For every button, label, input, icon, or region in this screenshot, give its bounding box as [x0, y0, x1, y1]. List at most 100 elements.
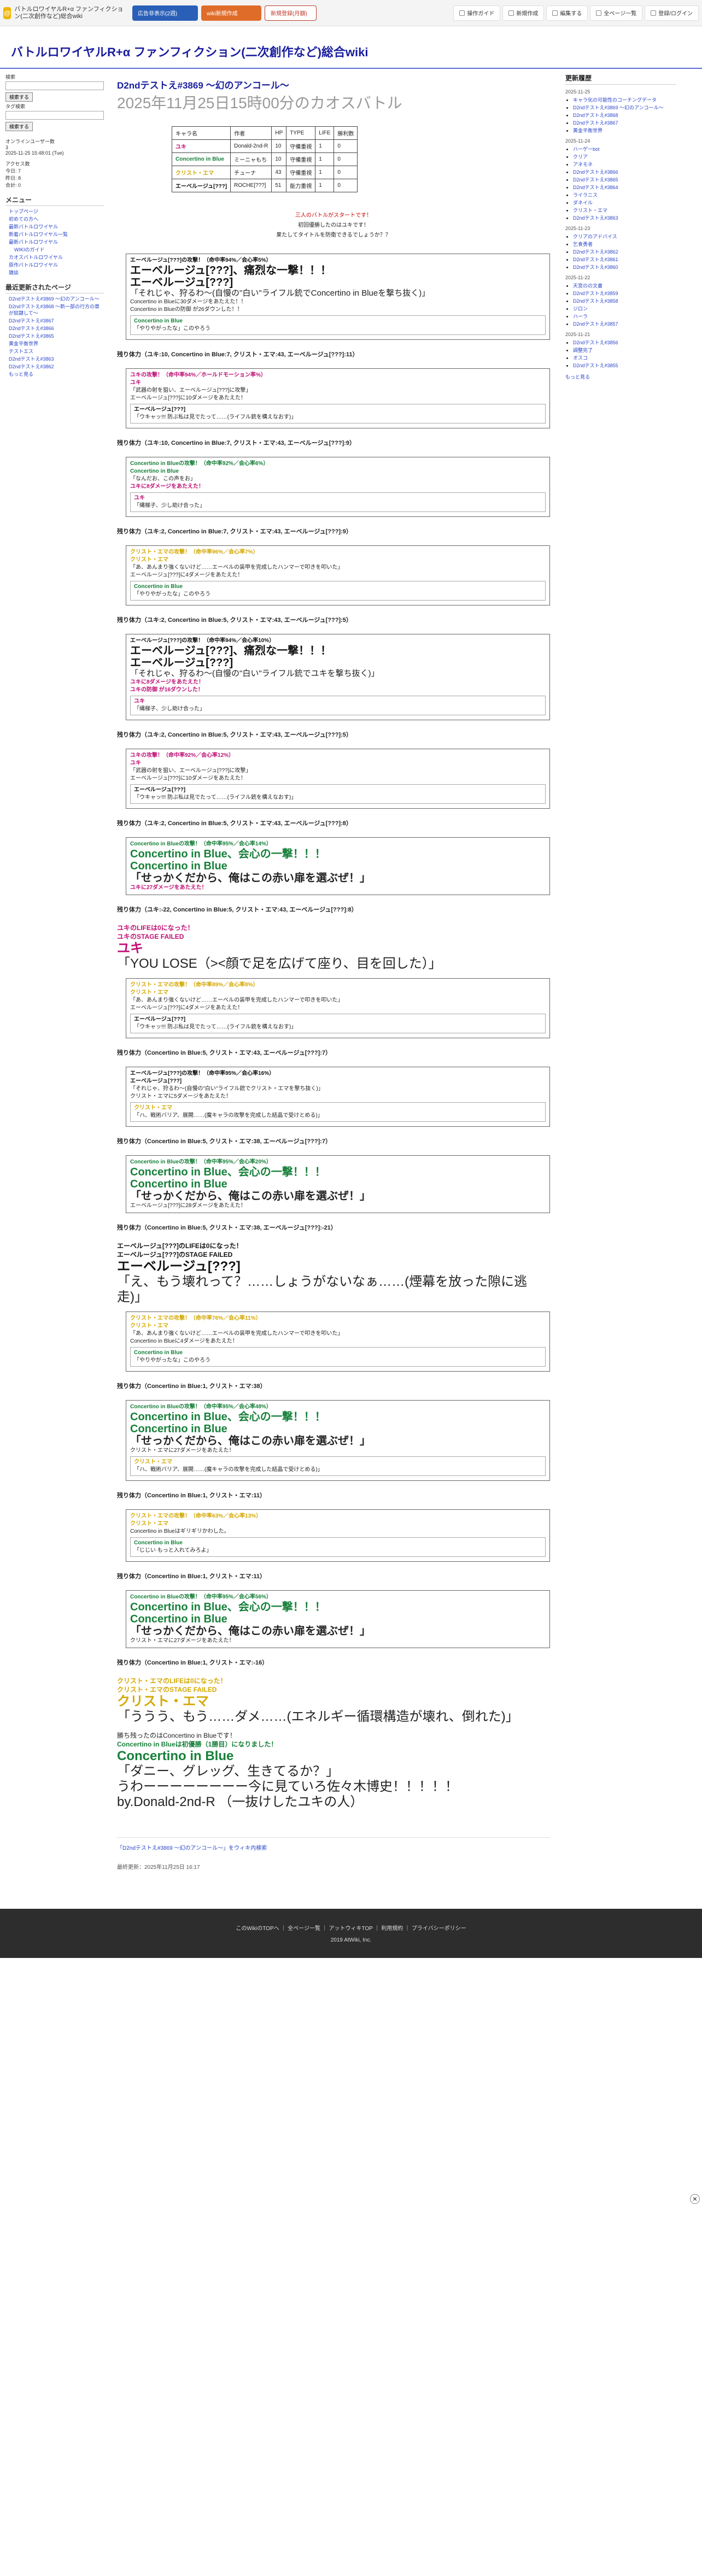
tag-search-button[interactable]: 検索する	[5, 122, 33, 131]
nav-login[interactable]: 登録/ログイン	[645, 5, 699, 21]
intro-line-2: 初回優勝したのはユキです！	[298, 222, 369, 228]
menu-item[interactable]: 雑談	[9, 269, 104, 276]
nav-new[interactable]: 新規作成	[502, 5, 545, 21]
battle-line: ユキに27ダメージをあたえた！	[130, 885, 207, 891]
history-item[interactable]: ダネイル	[573, 199, 676, 206]
recent-item[interactable]: D2ndテストえ#3869 〜幻のアンコール〜	[9, 296, 104, 302]
hide-ads-button[interactable]: 広告非表示(2週)	[132, 5, 198, 21]
history-item[interactable]: D2ndテストえ#3856	[573, 339, 676, 346]
register-button[interactable]: 新規登録(月額)	[265, 5, 317, 21]
nav-edit[interactable]: 編集する	[546, 5, 588, 21]
battle-line: クリスト・エマに27ダメージをあたえた！	[130, 1448, 235, 1454]
recent-item[interactable]: D2ndテストえ#3865	[9, 333, 104, 339]
history-item[interactable]: D2ndテストえ#3855	[573, 362, 676, 369]
history-item[interactable]: D2ndテストえ#3866	[573, 169, 676, 175]
recent-item[interactable]: 黄金平衡世界	[9, 340, 104, 347]
access-yesterday: 昨日: 8	[5, 175, 21, 181]
history-item[interactable]: 黄金平衡世界	[573, 127, 676, 134]
site-footer: このWikiのTOPへ ｜ 全ページ一覧 ｜ アットウィキTOP ｜ 利用規約 …	[0, 1909, 702, 1958]
history-item[interactable]: 調整完了	[573, 347, 676, 354]
menu-item[interactable]: 初めての方へ	[9, 216, 104, 222]
search-button[interactable]: 検索する	[5, 92, 33, 102]
battle-block: ユキの攻撃！（命中率94%／ホールドモーション率%） ユキ 「武器の射を狙い、エーベ…	[126, 368, 550, 428]
battle-line: エーベルージュ[???]	[130, 657, 233, 669]
recent-item[interactable]: D2ndテストえ#3863	[9, 356, 104, 362]
tag-input[interactable]	[5, 111, 104, 120]
menu-item[interactable]: WIKIのガイド	[9, 246, 104, 253]
history-item[interactable]: 天宮のの文書	[573, 283, 676, 289]
history-item[interactable]: D2ndテストえ#3858	[573, 298, 676, 304]
create-wiki-button[interactable]: wiki新規作成	[201, 5, 261, 21]
history-item[interactable]: D2ndテストえ#3865	[573, 177, 676, 183]
recent-item[interactable]: D2ndテストえ#3868 〜新一部の行方の章が奴隷して〜	[9, 303, 104, 316]
history-item[interactable]: D2ndテストえ#3863	[573, 215, 676, 221]
history-more[interactable]: もっと見る	[565, 373, 676, 380]
menu-item[interactable]: トップページ	[9, 208, 104, 215]
history-date: 2025-11-23	[565, 226, 590, 231]
history-list: D2ndテストえ#3856調整完了オスコD2ndテストえ#3855	[565, 339, 676, 369]
reply-box: クリスト・エマ 「ハ、戦術バリア、展開……(魔キャラの攻撃を完成した結晶で受けとめ…	[130, 1102, 546, 1122]
site-title[interactable]: バトルロワイヤルR+α ファンフィクション(二次創作など)総合wiki	[0, 26, 702, 69]
history-item[interactable]: オスコ	[573, 355, 676, 361]
menu-item[interactable]: 新着バトルロワイヤル一覧	[9, 231, 104, 238]
history-item[interactable]: ジロン	[573, 305, 676, 312]
history-item[interactable]: D2ndテストえ#3869 〜幻のアンコール〜	[573, 104, 676, 111]
reply-line: 「やりやがったな」このやろう	[134, 326, 210, 332]
menu-item[interactable]: カオスバトルロワイヤル	[9, 254, 104, 261]
history-item[interactable]: ハーゲーbot	[573, 146, 676, 152]
history-item[interactable]: D2ndテストえ#3860	[573, 264, 676, 270]
nav-guide[interactable]: 操作ガイド	[453, 5, 501, 21]
history-item[interactable]: D2ndテストえ#3861	[573, 256, 676, 263]
history-item[interactable]: D2ndテストえ#3868	[573, 112, 676, 119]
brand[interactable]: @ バトルロワイヤルR+α ファンフィクション(二次創作など)総合wiki	[3, 6, 129, 20]
elimination-line: 「YOU LOSE（><顔で足を広げて座り、目を回した）」	[117, 956, 442, 971]
right-sidebar: 更新履歴 2025-11-25 キャラ化の可能性のコーチングデータD2ndテスト…	[558, 69, 683, 385]
wiki-search-link[interactable]: 「D2ndテストえ#3869 〜幻のアンコール〜」をウィキ内検索	[117, 1843, 550, 1851]
battle-line: 「せっかくだから、俺はこの赤い扉を選ぶぜ！」	[130, 1435, 371, 1447]
history-item[interactable]: ハーラ	[573, 313, 676, 320]
ending-line-2: Concertino in Blueは初優勝（1勝目）になりました！	[117, 1740, 278, 1748]
recent-more[interactable]: もっと見る	[9, 371, 104, 378]
recent-item[interactable]: D2ndテストえ#3867	[9, 317, 104, 324]
battle-block: クリスト・エマの攻撃！（命中率63%／会心率13%） クリスト・エマ Concert…	[126, 1509, 550, 1562]
nav-pages[interactable]: 全ページ一覧	[590, 5, 643, 21]
history-item[interactable]: D2ndテストえ#3857	[573, 321, 676, 327]
battle-line: クリスト・エマに27ダメージをあたえた！	[130, 1638, 235, 1644]
access-today: 今日: 7	[5, 168, 21, 174]
history-item[interactable]: D2ndテストえ#3864	[573, 184, 676, 191]
history-item[interactable]: クリスト・エマ	[573, 207, 676, 214]
battle-block: エーベルージュ[???]の攻撃！（命中率94%／会心率5%） エーベルージュ[??…	[126, 254, 550, 340]
history-item[interactable]: 乞食勇者	[573, 241, 676, 248]
menu-item[interactable]: 最新バトルロワイヤル	[9, 224, 104, 230]
history-item[interactable]: クリアのアドバイス	[573, 233, 676, 240]
history-item[interactable]: クリア	[573, 154, 676, 160]
history-item[interactable]: ライラニス	[573, 192, 676, 198]
recent-item[interactable]: D2ndテストえ#3862	[9, 363, 104, 370]
footer-links[interactable]: このWikiのTOPへ ｜ 全ページ一覧 ｜ アットウィキTOP ｜ 利用規約 …	[236, 1924, 466, 1932]
history-item[interactable]: D2ndテストえ#3867	[573, 120, 676, 126]
reply-line: 「ハ、戦術バリア、展開……(魔キャラの攻撃を完成した結晶で受けとめる)」	[134, 1467, 323, 1473]
battle-block: クリスト・エマの攻撃！（命中率76%／会心率11%） クリスト・エマ 「あ、あんまり…	[126, 1311, 550, 1372]
reply-line: 「ハ、戦術バリア、展開……(魔キャラの攻撃を完成した結晶で受けとめる)」	[134, 1113, 323, 1119]
search-input[interactable]	[5, 81, 104, 90]
battle-line: ユキの攻撃！（命中率94%／ホールドモーション率%）	[130, 372, 266, 378]
recent-item[interactable]: テストエス	[9, 348, 104, 355]
battle-line: Concertino in Blue	[130, 468, 179, 474]
table-row: エーベルージュ[???] ROCHE[???] 51 能力重視 1 0	[171, 179, 358, 192]
menu-item[interactable]: 原作バトルロワイヤル	[9, 262, 104, 268]
reply-line: 「ウキャッ!!! 防ぶ私は見でたって……(ライフル銃を構えなおす)」	[134, 795, 297, 801]
history-item[interactable]: D2ndテストえ#3862	[573, 249, 676, 255]
history-item[interactable]: アネモネ	[573, 161, 676, 168]
ending-quote: 「ダニー、グレッグ、生きてるか？」	[117, 1764, 340, 1779]
menu-item[interactable]: 最新バトルロワイヤル	[9, 239, 104, 245]
battle-line: 「武器の射を狙い、エーベルージュ[???]に攻撃」	[130, 768, 251, 774]
battle-line: 「武器の射を狙い、エーベルージュ[???]に攻撃」	[130, 387, 251, 393]
history-item[interactable]: D2ndテストえ#3859	[573, 290, 676, 297]
layout: 検索 検索する タグ検索 検索する オンラインユーザー数 3 2025-11-2…	[0, 69, 702, 1876]
close-icon[interactable]: ✕	[690, 2194, 700, 2204]
history-item[interactable]: キャラ化の可能性のコーチングデータ	[573, 97, 676, 103]
battle-line: エーベルージュ[???]	[130, 277, 233, 289]
ending-line-1: 勝ち残ったのはConcertino in Blueです！	[117, 1732, 237, 1739]
recent-item[interactable]: D2ndテストえ#3866	[9, 325, 104, 332]
remaining-hp: 残り体力（ユキ:-22, Concertino in Blue:5, クリスト・…	[117, 907, 358, 913]
